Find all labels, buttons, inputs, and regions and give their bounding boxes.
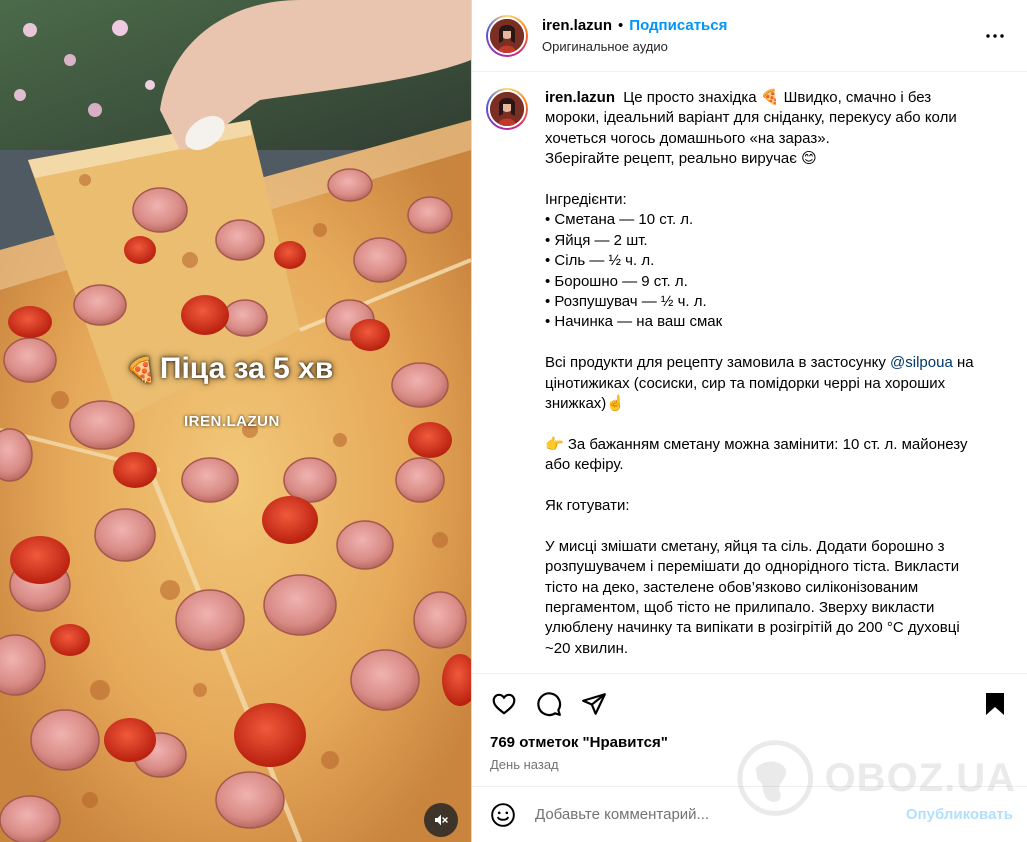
post-header: iren.lazun • Подписаться Оригинальное ау…: [472, 0, 1027, 72]
comment-input[interactable]: [535, 806, 906, 823]
separator-dot: •: [618, 17, 624, 34]
publish-button[interactable]: Опубликовать: [906, 806, 1013, 823]
more-horizontal-icon: [986, 33, 1004, 38]
caption-line: на: [952, 354, 974, 372]
action-bar: [472, 674, 1027, 734]
save-button[interactable]: [980, 689, 1010, 719]
overlay-title-text: Піца за 5 хв: [159, 352, 334, 385]
caption-line: знижках)☝️: [545, 395, 625, 413]
likes-count[interactable]: 769 отметок "Нравится": [472, 734, 1027, 754]
username-link[interactable]: iren.lazun: [542, 17, 612, 34]
video-overlay-brand: IREN.LAZUN: [184, 413, 280, 430]
caption-section: iren.lazun Це просто знахідка 🍕 Швидко, …: [472, 72, 1027, 674]
post-date[interactable]: День назад: [472, 757, 1027, 772]
caption-line: ~20 хвилин.: [545, 639, 629, 657]
caption-line: пергаментом, щоб тісто не прилипало. Зве…: [545, 599, 935, 617]
profile-photo: [490, 92, 524, 126]
comment-bar: Опубликовать: [472, 786, 1027, 842]
like-button[interactable]: [489, 689, 519, 719]
heart-icon: [492, 693, 516, 715]
more-options-button[interactable]: [977, 18, 1013, 54]
caption-line: У мисці змішати сметану, яйця та сіль. Д…: [545, 537, 945, 555]
bookmark-icon: [986, 693, 1004, 715]
avatar[interactable]: [486, 14, 528, 57]
ingredient-item: • Начинка — на ваш смак: [545, 313, 723, 331]
video-overlay-title: 🍕 Піца за 5 хв: [126, 352, 333, 386]
caption-line: розпушувачем і перемішати до однорідного…: [545, 558, 960, 576]
caption-line: Всі продукти для рецепту замовила в заст…: [545, 354, 891, 372]
ingredient-item: • Розпушувач — ½ ч. л.: [545, 293, 707, 311]
comment-icon: [537, 692, 562, 717]
share-button[interactable]: [579, 689, 609, 719]
caption-line: цінотижиках (сосиски, сир та помідорки ч…: [545, 374, 946, 392]
caption-line: 👉 За бажанням сметану можна замінити: 10…: [545, 435, 968, 453]
ingredient-item: • Сметана — 10 ст. л.: [545, 211, 694, 229]
caption-line: мороки, ідеальний варіант для сніданку, …: [545, 109, 957, 127]
caption-username[interactable]: iren.lazun: [545, 89, 615, 106]
caption-line: Зберігайте рецепт, реально виручає 😊: [545, 150, 817, 168]
post-dialog: 🍕 Піца за 5 хв IREN.LAZUN iren.lazun • П…: [0, 0, 1027, 842]
post-video[interactable]: 🍕 Піца за 5 хв IREN.LAZUN: [0, 0, 471, 842]
ingredient-item: • Сіль — ½ ч. л.: [545, 252, 655, 270]
profile-photo: [490, 18, 524, 53]
caption-line: Це просто знахідка 🍕 Швидко, смачно і бе…: [623, 89, 932, 106]
caption-line: або кефіру.: [545, 456, 624, 474]
mention-link[interactable]: @silpoua: [890, 354, 953, 371]
post-side-panel: iren.lazun • Подписаться Оригинальное ау…: [471, 0, 1027, 842]
caption-line: тісто на деко, застелене обов’язково сил…: [545, 578, 919, 596]
audio-label[interactable]: Оригинальное аудио: [542, 39, 977, 54]
ingredient-item: • Борошно — 9 ст. л.: [545, 272, 688, 290]
caption-line: хочеться чогось домашнього «на зараз».: [545, 129, 830, 147]
follow-button[interactable]: Подписаться: [629, 17, 727, 34]
header-text: iren.lazun • Подписаться Оригинальное ау…: [542, 17, 977, 54]
ingredient-item: • Яйця — 2 шт.: [545, 231, 648, 249]
method-heading: Як готувати:: [545, 497, 630, 515]
caption-line: улюблену начинку та випікати в розігріті…: [545, 619, 960, 637]
caption-avatar[interactable]: [486, 88, 528, 130]
mute-button[interactable]: [424, 803, 458, 837]
smiley-icon: [491, 802, 515, 827]
ingredients-heading: Інгредієнти:: [545, 191, 627, 209]
comment-button[interactable]: [534, 689, 564, 719]
speaker-muted-icon: [435, 814, 448, 826]
emoji-button[interactable]: [489, 801, 517, 829]
caption-text: iren.lazun Це просто знахідка 🍕 Швидко, …: [545, 88, 993, 659]
pizza-icon: 🍕: [126, 357, 156, 384]
paper-plane-icon: [582, 693, 606, 715]
